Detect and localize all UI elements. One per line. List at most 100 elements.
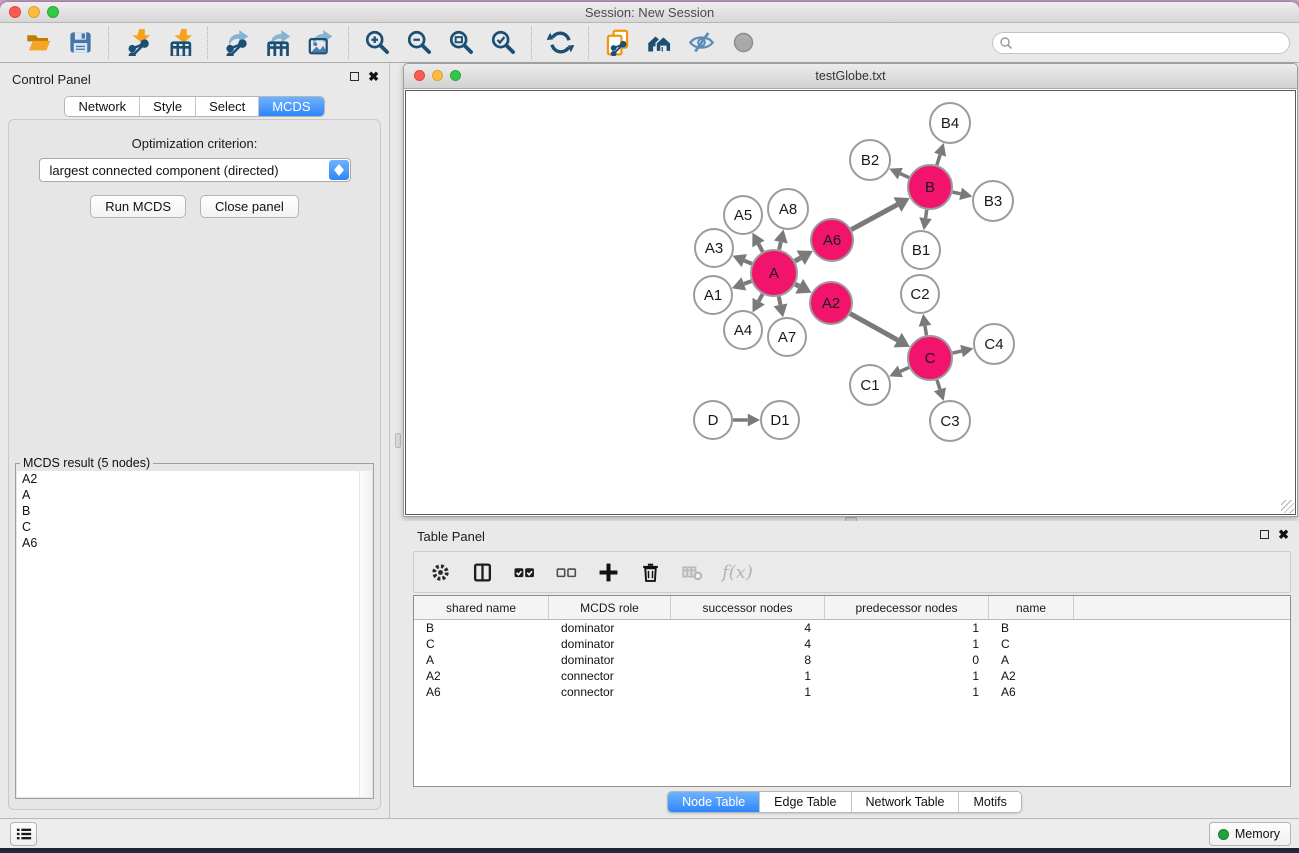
open-session-icon[interactable] [23,28,53,58]
tab-style[interactable]: Style [140,97,196,116]
edge-C-C2[interactable] [925,326,926,335]
edge-A-A2[interactable] [795,284,799,286]
table-cell: dominator [549,621,671,635]
zoom-out-icon[interactable] [404,28,434,58]
function-builder-icon[interactable]: f(x) [722,562,753,583]
graph-node-label: B1 [912,242,930,259]
tab-edge-table[interactable]: Edge Table [760,792,851,812]
close-panel-button[interactable]: Close panel [200,195,299,218]
edge-A-A1[interactable] [744,281,752,284]
resize-grip[interactable] [1281,500,1294,513]
edge-A-A3[interactable] [744,261,752,264]
network-canvas[interactable]: AA2A6BCA1A3A4A5A7A8B1B2B3B4C1C2C3C4DD1 [405,90,1296,515]
task-history-button[interactable] [10,822,37,846]
tab-mcds[interactable]: MCDS [259,97,323,116]
search-input[interactable] [992,32,1290,54]
table-cell: A2 [414,669,549,683]
result-item[interactable]: A6 [17,535,372,551]
run-mcds-button[interactable]: Run MCDS [90,195,186,218]
edge-A2-C[interactable] [850,314,897,340]
table-row[interactable]: Cdominator41C [414,636,1290,652]
edge-B-B2[interactable] [900,174,909,178]
table-cell: 1 [825,637,989,651]
close-panel-icon[interactable]: ✖ [368,71,379,82]
export-table-icon[interactable] [263,28,293,58]
export-network-icon[interactable] [221,28,251,58]
result-item[interactable]: A [17,487,372,503]
delete-row-icon[interactable] [638,560,662,584]
settings-icon[interactable] [428,560,452,584]
edge-C-C1[interactable] [900,367,909,371]
edge-A-A8[interactable] [779,242,781,250]
column-header-predecessor-nodes[interactable]: predecessor nodes [825,596,989,619]
panel-splitter-handle[interactable] [395,433,401,448]
control-panel-tabs: NetworkStyleSelectMCDS [64,96,324,117]
table-row[interactable]: Adominator80A [414,652,1290,668]
zoom-in-icon[interactable] [362,28,392,58]
result-item[interactable]: B [17,503,372,519]
column-header-successor-nodes[interactable]: successor nodes [671,596,825,619]
zoom-selected-icon[interactable] [488,28,518,58]
refresh-icon[interactable] [545,28,575,58]
result-item[interactable]: A2 [17,471,372,487]
arrowhead [919,217,932,230]
hide-graphics-details-icon[interactable] [686,28,716,58]
graph-node-label: A8 [779,201,797,218]
result-item[interactable]: C [17,519,372,535]
graph-node-label: B4 [941,115,959,132]
delete-table-icon[interactable] [680,560,704,584]
edge-C-C3[interactable] [937,380,940,389]
add-row-icon[interactable] [596,560,620,584]
edge-A-A5[interactable] [758,244,762,252]
edge-B-B4[interactable] [937,155,940,165]
import-network-icon[interactable] [122,28,152,58]
table-cell: 0 [825,653,989,667]
tab-network[interactable]: Network [65,97,140,116]
float-panel-icon[interactable] [350,72,359,81]
column-header-name[interactable]: name [989,596,1074,619]
arrowhead [960,345,973,357]
mcds-result-title: MCDS result (5 nodes) [20,456,153,470]
graph-node-label: C [925,350,936,367]
tab-network-table[interactable]: Network Table [852,792,960,812]
home-icon[interactable] [644,28,674,58]
column-header-MCDS-role[interactable]: MCDS role [549,596,671,619]
graph-node-label: A4 [734,322,752,339]
tab-node-table[interactable]: Node Table [668,792,760,812]
mcds-result-list[interactable]: A2ABCA6 [17,471,372,797]
table-row[interactable]: Bdominator41B [414,620,1290,636]
criterion-select[interactable]: largest connected component (directed) [39,158,351,182]
edge-C-C4[interactable] [952,351,961,353]
zoom-fit-icon[interactable] [446,28,476,58]
edge-B-B1[interactable] [926,210,927,218]
import-table-icon[interactable] [164,28,194,58]
deselect-all-icon[interactable] [554,560,578,584]
status-bar: Memory [0,818,1299,848]
tab-select[interactable]: Select [196,97,259,116]
network-window-titlebar[interactable]: testGlobe.txt [404,64,1297,89]
birds-eye-view-icon[interactable] [728,28,758,58]
edge-A-A6[interactable] [795,258,801,261]
column-selector-icon[interactable] [470,560,494,584]
edge-B-B3[interactable] [952,192,960,194]
table-row[interactable]: A6connector11A6 [414,684,1290,700]
tab-motifs[interactable]: Motifs [959,792,1020,812]
edge-A6-B[interactable] [851,205,897,230]
export-image-icon[interactable] [305,28,335,58]
clone-network-icon[interactable] [602,28,632,58]
float-table-panel-icon[interactable] [1260,530,1269,539]
table-cell: 4 [671,637,825,651]
table-cell: 1 [825,669,989,683]
edge-A-A7[interactable] [779,297,781,305]
edge-A-A4[interactable] [759,294,763,301]
control-panel-header: Control Panel ✖ [0,63,389,95]
select-all-icon[interactable] [512,560,536,584]
result-scrollbar[interactable] [359,471,372,797]
column-header-shared-name[interactable]: shared name [414,596,549,619]
table-cell: 1 [825,685,989,699]
close-table-panel-icon[interactable]: ✖ [1278,529,1289,540]
memory-button[interactable]: Memory [1209,822,1291,846]
table-toolbar: f(x) [413,551,1291,593]
table-row[interactable]: A2connector11A2 [414,668,1290,684]
save-session-icon[interactable] [65,28,95,58]
